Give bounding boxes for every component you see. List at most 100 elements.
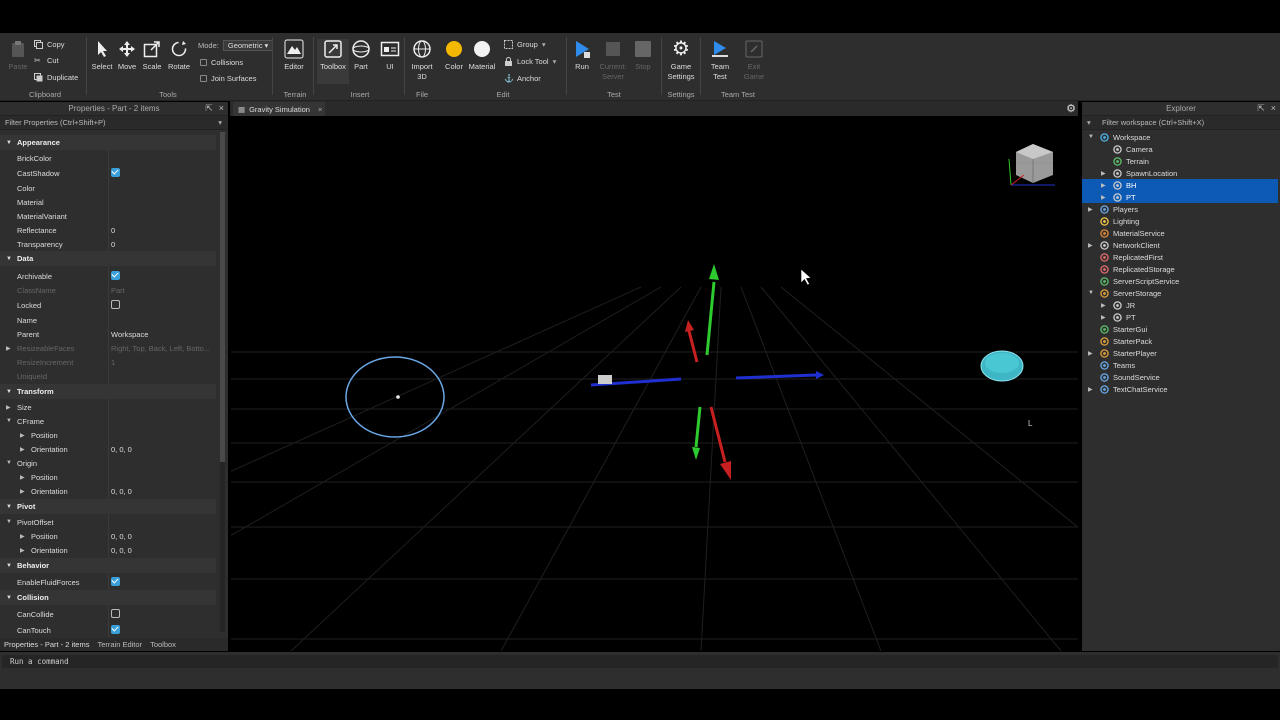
properties-scrollbar[interactable] [220,132,225,632]
gear-icon[interactable]: ⚙ [1066,102,1076,115]
expand-arrow-icon[interactable]: ▶ [1088,242,1093,249]
expand-arrow-icon[interactable]: ▶ [1101,182,1106,189]
prop-castshadow[interactable]: CastShadow [0,166,216,180]
prop-origin-position[interactable]: ▶ Position [0,470,216,484]
explorer-item-bh[interactable]: ▶ BH [1082,179,1278,191]
tab-toolbox[interactable]: Toolbox [150,640,176,649]
chevron-down-icon[interactable]: ▾ [1087,118,1091,127]
prop-value[interactable]: Workspace [111,330,148,339]
view-cube[interactable] [1008,144,1055,186]
run-button[interactable]: Run [568,39,596,72]
prop-size[interactable]: ▶ Size [0,400,216,414]
prop-value[interactable]: 0 [111,240,115,249]
prop-cframe-orientation[interactable]: ▶ Orientation 0, 0, 0 [0,442,216,456]
part-button[interactable]: Part [347,39,375,72]
pin-icon[interactable]: ⇱ [205,103,213,114]
toolbox-button[interactable]: Toolbox [317,39,349,84]
move-button[interactable]: Move [113,39,141,72]
expand-arrow-icon[interactable]: ▶ [1088,206,1093,213]
explorer-item-textchatservice[interactable]: ▶ TextChatService [1082,383,1278,395]
game-settings-button[interactable]: ⚙ Game Settings [666,39,696,82]
collapse-arrow-icon[interactable]: ▼ [6,418,12,424]
group-button[interactable]: Group ▾ [504,37,546,51]
duplicate-button[interactable]: Duplicate [34,70,78,84]
prop-color[interactable]: Color [0,181,216,195]
explorer-item-networkclient[interactable]: ▶ NetworkClient [1082,239,1278,251]
collisions-checkbox[interactable] [200,58,207,66]
anchor-button[interactable]: ⚓ Anchor [504,71,541,85]
expand-arrow-icon[interactable]: ▶ [20,432,25,439]
tab-terrain-editor[interactable]: Terrain Editor [97,640,142,649]
lock-tool-button[interactable]: Lock Tool ▾ [504,54,556,68]
prop-pivotoffset[interactable]: ▼ PivotOffset [0,515,216,529]
prop-parent[interactable]: Parent Workspace [0,327,216,341]
prop-origin[interactable]: ▼ Origin [0,456,216,470]
rotate-button[interactable]: Rotate [165,39,193,72]
tab-properties[interactable]: Properties - Part - 2 items [4,640,89,649]
prop-reflectance[interactable]: Reflectance 0 [0,223,216,237]
section-pivot[interactable]: ▼ Pivot [0,499,216,514]
expand-arrow-icon[interactable]: ▶ [20,533,25,540]
explorer-item-camera[interactable]: Camera [1082,143,1278,155]
prop-transparency[interactable]: Transparency 0 [0,237,216,251]
explorer-item-replicatedstorage[interactable]: ReplicatedStorage [1082,263,1278,275]
join-surfaces-checkbox[interactable] [200,74,207,82]
color-button[interactable]: Color [440,39,468,72]
prop-cframe[interactable]: ▼ CFrame [0,414,216,428]
explorer-item-terrain[interactable]: Terrain [1082,155,1278,167]
prop-value[interactable]: 0, 0, 0 [111,546,132,555]
explorer-item-lighting[interactable]: Lighting [1082,215,1278,227]
expand-arrow-icon[interactable]: ▶ [6,404,11,411]
move-gizmo[interactable] [590,264,824,480]
command-input[interactable]: Run a command [2,655,1278,668]
locked-checkbox[interactable] [111,299,120,309]
copy-button[interactable]: Copy [34,37,65,51]
expand-arrow-icon[interactable]: ▶ [1088,350,1093,357]
mode-select[interactable]: Geometric ▾ [222,39,274,51]
prop-pivot-orientation[interactable]: ▶ Orientation 0, 0, 0 [0,543,216,557]
explorer-item-starterplayer[interactable]: ▶ StarterPlayer [1082,347,1278,359]
current-server-button[interactable]: Current: Server [596,39,630,82]
explorer-item-starterpack[interactable]: StarterPack [1082,335,1278,347]
cancollide-checkbox[interactable] [111,608,120,618]
prop-locked[interactable]: Locked [0,298,216,312]
collapse-arrow-icon[interactable]: ▼ [1088,290,1094,296]
prop-value[interactable]: 0, 0, 0 [111,532,132,541]
stop-button[interactable]: Stop [629,39,657,72]
explorer-item-startergui[interactable]: StarterGui [1082,323,1278,335]
prop-value[interactable]: 0 [111,226,115,235]
expand-arrow-icon[interactable]: ▶ [6,345,11,352]
explorer-item-materialservice[interactable]: MaterialService [1082,227,1278,239]
prop-value[interactable]: 0, 0, 0 [111,487,132,496]
prop-brickcolor[interactable]: BrickColor [0,151,216,165]
prop-cantouch[interactable]: CanTouch [0,623,216,637]
expand-arrow-icon[interactable]: ▶ [1101,194,1106,201]
expand-arrow-icon[interactable]: ▶ [1088,386,1093,393]
section-appearance[interactable]: ▼ Appearance [0,135,216,150]
explorer-item-workspace[interactable]: ▼ Workspace [1082,131,1278,143]
properties-filter-input[interactable]: Filter Properties (Ctrl+Shift+P) ▾ [0,116,228,130]
section-data[interactable]: ▼ Data [0,251,216,266]
scale-button[interactable]: Scale [138,39,166,72]
section-collision[interactable]: ▼ Collision [0,590,216,605]
tab-gravity-simulation[interactable]: ▦ Gravity Simulation × [233,102,325,116]
3d-viewport[interactable]: L [231,117,1078,651]
prop-materialvariant[interactable]: MaterialVariant [0,209,216,223]
team-test-button[interactable]: Team Test [706,39,734,82]
explorer-item-spawnlocation[interactable]: ▶ SpawnLocation [1082,167,1278,179]
material-button[interactable]: Material [467,39,497,72]
explorer-item-teams[interactable]: Teams [1082,359,1278,371]
join-surfaces-toggle[interactable]: Join Surfaces [200,71,256,85]
expand-arrow-icon[interactable]: ▶ [20,446,25,453]
sphere-pt[interactable] [980,350,1024,382]
prop-archivable[interactable]: Archivable [0,269,216,283]
collapse-arrow-icon[interactable]: ▼ [1088,134,1094,140]
explorer-item-players[interactable]: ▶ Players [1082,203,1278,215]
enablefluidforces-checkbox[interactable] [111,576,120,586]
cut-button[interactable]: ✂ Cut [34,53,59,67]
collapse-arrow-icon[interactable]: ▼ [6,460,12,466]
close-icon[interactable]: × [318,105,322,114]
prop-pivot-position[interactable]: ▶ Position 0, 0, 0 [0,529,216,543]
explorer-item-pt[interactable]: ▶ PT [1082,311,1278,323]
chevron-down-icon[interactable]: ▾ [218,118,222,127]
